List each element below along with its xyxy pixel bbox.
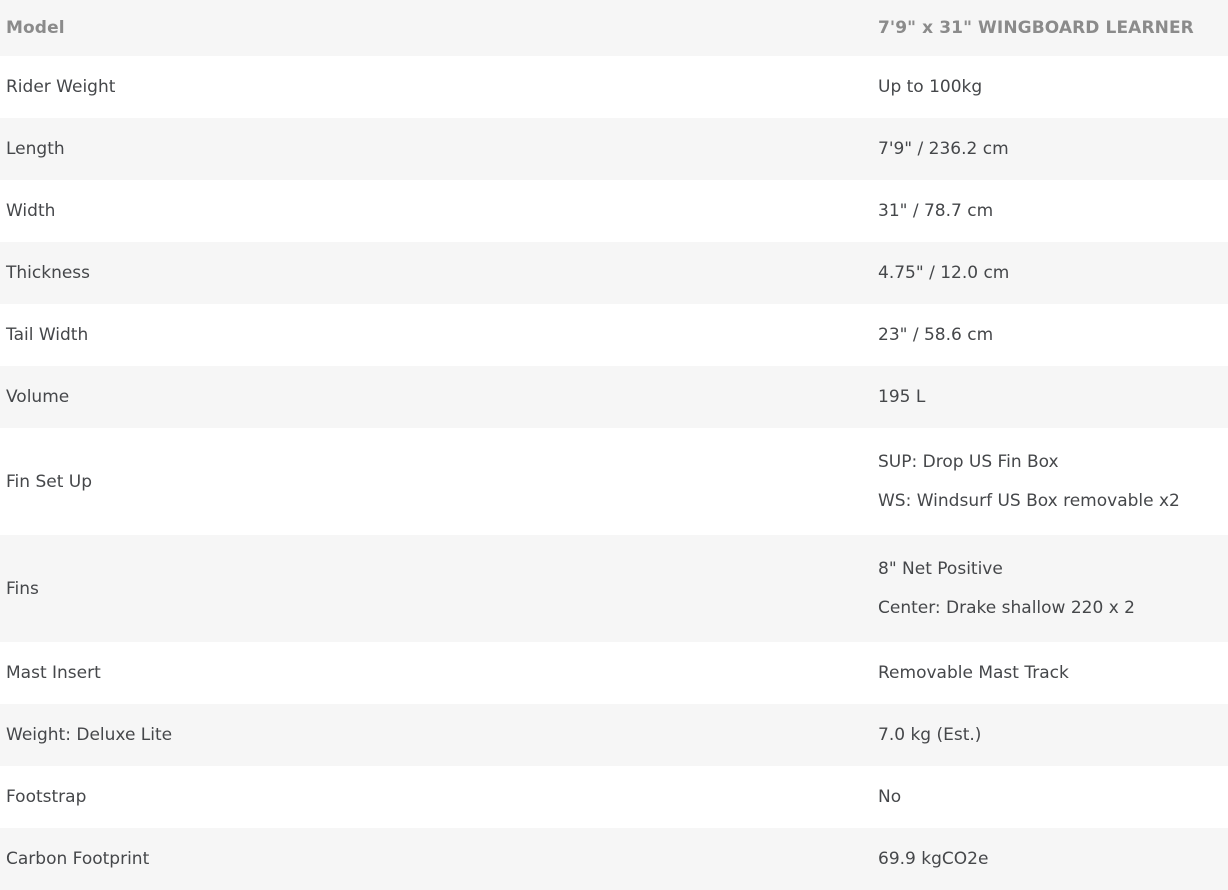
- specifications-table: Model 7'9" x 31" WINGBOARD LEARNER Rider…: [0, 0, 1228, 890]
- table-row: Volume 195 L: [0, 366, 1228, 428]
- spec-value: 23" / 58.6 cm: [878, 325, 994, 345]
- table-row: Weight: Deluxe Lite 7.0 kg (Est.): [0, 704, 1228, 766]
- spec-value: 69.9 kgCO2e: [878, 849, 989, 869]
- spec-value-line: Center: Drake shallow 220 x 2: [878, 597, 1135, 618]
- table-header-row: Model 7'9" x 31" WINGBOARD LEARNER: [0, 0, 1228, 56]
- table-row: Width 31" / 78.7 cm: [0, 180, 1228, 242]
- spec-value-line: 8" Net Positive: [878, 558, 1003, 579]
- column-header-model: Model: [6, 18, 65, 38]
- spec-label: Width: [6, 201, 56, 221]
- spec-label: Carbon Footprint: [6, 849, 150, 869]
- table-row: Fins 8" Net Positive Center: Drake shall…: [0, 535, 1228, 642]
- table-row: Carbon Footprint 69.9 kgCO2e: [0, 828, 1228, 890]
- spec-value: 7'9" / 236.2 cm: [878, 139, 1009, 159]
- table-header: Model 7'9" x 31" WINGBOARD LEARNER: [0, 0, 1228, 56]
- spec-value-line: SUP: Drop US Fin Box: [878, 451, 1059, 472]
- spec-value: 8" Net Positive Center: Drake shallow 22…: [869, 535, 1228, 642]
- spec-label: Fin Set Up: [6, 471, 92, 492]
- spec-label: Length: [6, 139, 65, 159]
- table-row: Tail Width 23" / 58.6 cm: [0, 304, 1228, 366]
- spec-label: Fins: [6, 578, 39, 599]
- spec-value: No: [878, 787, 902, 807]
- spec-value: 4.75" / 12.0 cm: [878, 263, 1010, 283]
- table-row: Mast Insert Removable Mast Track: [0, 642, 1228, 704]
- table-row: Footstrap No: [0, 766, 1228, 828]
- spec-label: Tail Width: [6, 325, 89, 345]
- spec-value: Removable Mast Track: [878, 663, 1069, 683]
- spec-label: Rider Weight: [6, 77, 116, 97]
- spec-value: Up to 100kg: [878, 77, 983, 97]
- spec-label: Footstrap: [6, 787, 87, 807]
- spec-label: Weight: Deluxe Lite: [6, 725, 173, 745]
- spec-value: 31" / 78.7 cm: [878, 201, 994, 221]
- table-body: Rider Weight Up to 100kg Length 7'9" / 2…: [0, 56, 1228, 890]
- spec-value: 195 L: [878, 387, 926, 407]
- spec-label: Volume: [6, 387, 70, 407]
- spec-value-line: WS: Windsurf US Box removable x2: [878, 490, 1180, 511]
- spec-value: 7.0 kg (Est.): [878, 725, 982, 745]
- spec-value: SUP: Drop US Fin Box WS: Windsurf US Box…: [869, 428, 1228, 535]
- table-row: Length 7'9" / 236.2 cm: [0, 118, 1228, 180]
- table-row: Thickness 4.75" / 12.0 cm: [0, 242, 1228, 304]
- table-row: Rider Weight Up to 100kg: [0, 56, 1228, 118]
- column-header-product: 7'9" x 31" WINGBOARD LEARNER: [878, 18, 1194, 38]
- spec-label: Thickness: [6, 263, 91, 283]
- table-row: Fin Set Up SUP: Drop US Fin Box WS: Wind…: [0, 428, 1228, 535]
- spec-label: Mast Insert: [6, 663, 101, 683]
